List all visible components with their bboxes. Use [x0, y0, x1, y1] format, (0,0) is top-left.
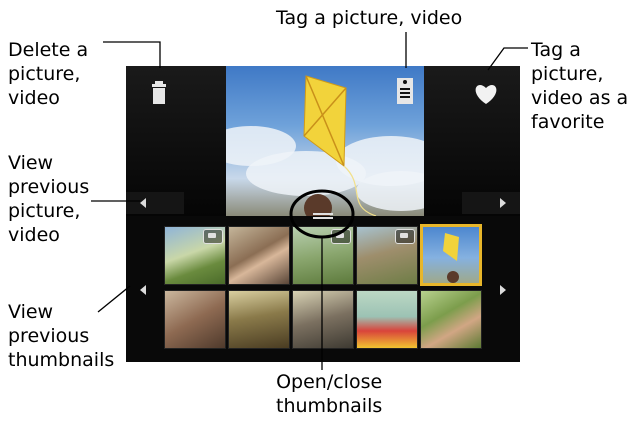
- callout-tag: Tag a picture, video: [276, 7, 463, 29]
- callout-prev-picture: View previous picture, video: [8, 152, 90, 246]
- callout-prev-thumbnails: View previous thumbnails: [8, 301, 115, 371]
- thumb-couple[interactable]: [228, 226, 290, 285]
- thumb-kite-selected[interactable]: [420, 224, 482, 286]
- tag-icon[interactable]: [394, 78, 416, 104]
- thumb-child-ball[interactable]: [356, 290, 418, 349]
- callout-delete: Delete a picture, video: [8, 39, 89, 109]
- callout-favorite: Tag a picture, video as a favorite: [531, 39, 629, 133]
- thumb-couple-trees[interactable]: [292, 290, 354, 349]
- thumb-shoulder-ride[interactable]: [228, 290, 290, 349]
- arrow-right-icon[interactable]: [500, 285, 506, 295]
- leader-delete: [103, 41, 161, 68]
- prev-picture-bar: [126, 192, 184, 214]
- thumb-smiling-child[interactable]: [420, 290, 482, 349]
- arrow-left-icon[interactable]: [140, 285, 146, 295]
- camera-screen: [126, 66, 520, 362]
- video-badge-icon: [331, 229, 351, 244]
- thumb-father-son[interactable]: [164, 290, 226, 349]
- thumb-people-sitting[interactable]: [356, 226, 418, 285]
- heart-icon[interactable]: [474, 83, 498, 105]
- video-badge-icon: [203, 229, 223, 244]
- thumbnail-handle-icon[interactable]: [313, 211, 333, 221]
- thumb-kids-grass[interactable]: [292, 226, 354, 285]
- kite-icon: [443, 233, 459, 283]
- thumb-family-field[interactable]: [164, 226, 226, 285]
- trash-icon[interactable]: [152, 81, 172, 105]
- callout-open-close: Open/close thumbnails: [276, 371, 383, 417]
- video-badge-icon: [395, 229, 415, 244]
- arrow-right-icon[interactable]: [500, 198, 506, 208]
- next-picture-bar: [462, 192, 520, 214]
- arrow-left-icon[interactable]: [140, 198, 146, 208]
